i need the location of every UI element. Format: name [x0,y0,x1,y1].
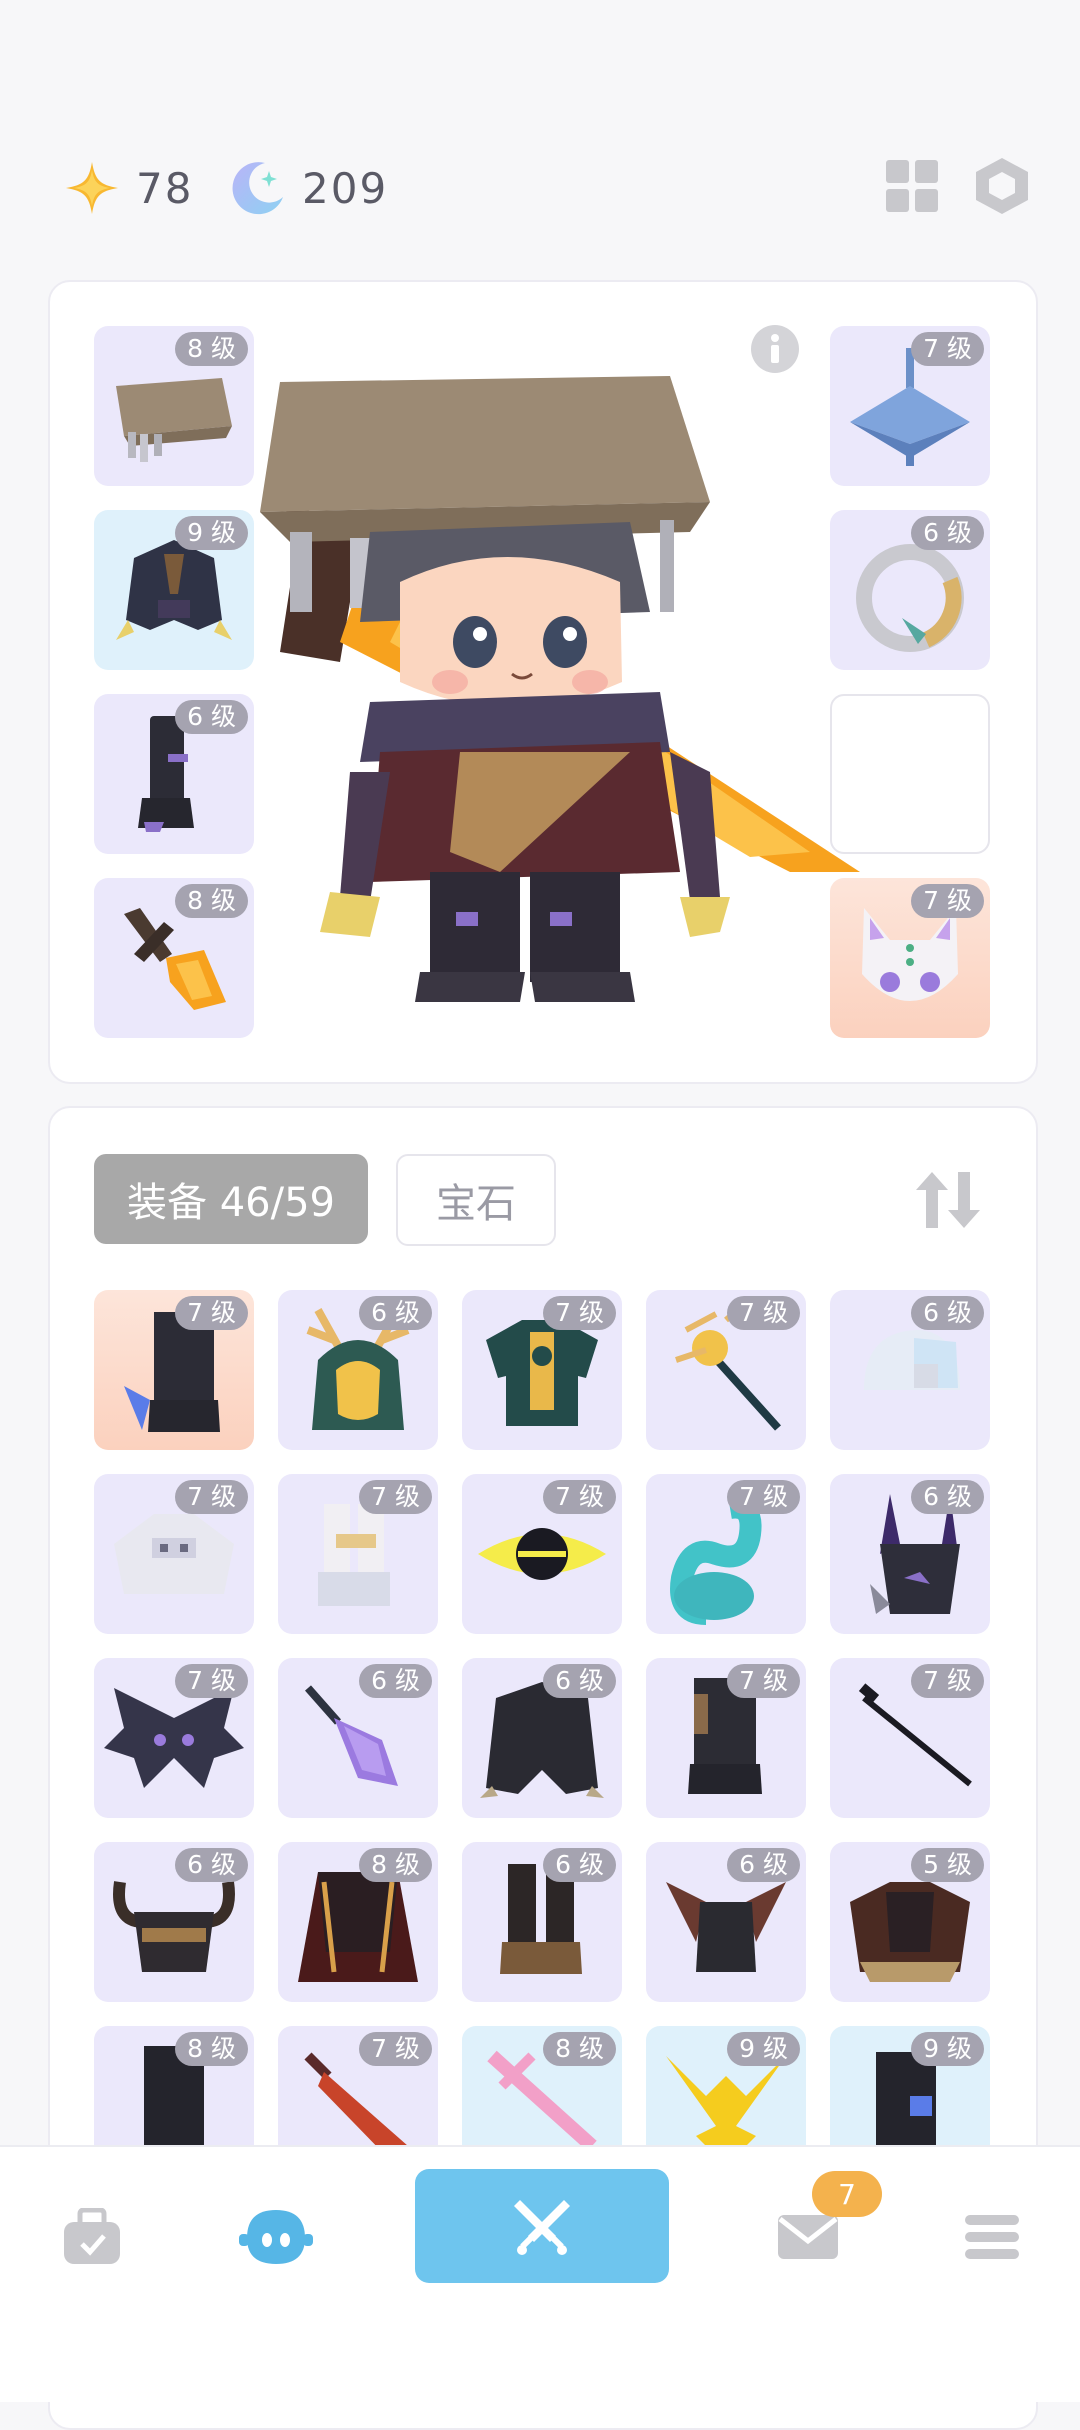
tab-equipment[interactable]: 装备 46/59 [94,1154,368,1244]
level-badge: 7 级 [543,1296,616,1330]
level-badge: 9 级 [727,2032,800,2066]
inventory-item[interactable]: 6 级 [646,1842,806,2002]
inventory-item[interactable]: 7 级 [278,1474,438,1634]
inventory-item[interactable]: 6 级 [830,1290,990,1450]
mail-badge: 7 [812,2171,882,2217]
level-badge: 6 级 [543,1848,616,1882]
moon-count: 209 [302,163,389,213]
level-badge: 7 级 [359,2032,432,2066]
level-badge: 7 级 [911,1664,984,1698]
inventory-item[interactable]: 8 级 [278,1842,438,2002]
star-currency: 78 [62,152,193,224]
level-badge: 6 级 [911,516,984,550]
equipment-panel: 8 级 9 级 6 级 8 级 7 级 6 级 7 级 [48,280,1038,1084]
inventory-item[interactable]: 6 级 [278,1658,438,1818]
character-icon[interactable] [236,2197,316,2277]
level-badge: 9 级 [175,516,248,550]
inventory-item[interactable]: 7 级 [646,1290,806,1450]
bottom-navigation: 7 [0,2145,1080,2402]
battle-button[interactable] [415,2169,669,2283]
inventory-item[interactable]: 7 级 [94,1658,254,1818]
level-badge: 7 级 [175,1296,248,1330]
moon-currency: 209 [228,152,388,224]
level-badge: 7 级 [175,1664,248,1698]
level-badge: 6 级 [359,1296,432,1330]
equip-slot-hat[interactable]: 8 级 [94,326,254,486]
menu-icon[interactable] [952,2197,1032,2277]
level-badge: 8 级 [543,2032,616,2066]
inventory-item[interactable]: 7 级 [94,1474,254,1634]
tab-gems[interactable]: 宝石 [396,1154,556,1246]
inventory-item[interactable]: 6 级 [278,1290,438,1450]
level-badge: 6 级 [175,1848,248,1882]
level-badge: 9 级 [911,2032,984,2066]
hexagon-settings-icon[interactable] [972,156,1032,216]
equip-slot-weapon[interactable]: 8 级 [94,878,254,1038]
level-badge: 6 级 [727,1848,800,1882]
level-badge: 7 级 [359,1480,432,1514]
sort-icon[interactable] [912,1168,984,1232]
star-count: 78 [136,163,194,213]
level-badge: 6 级 [175,700,248,734]
level-badge: 5 级 [911,1848,984,1882]
character-avatar [260,376,860,1002]
level-badge: 7 级 [911,884,984,918]
star-icon [62,158,122,218]
inventory-item[interactable]: 6 级 [462,1842,622,2002]
equip-slot-boots[interactable]: 6 级 [94,694,254,854]
level-badge: 7 级 [911,332,984,366]
inventory-item[interactable]: 7 级 [462,1290,622,1450]
level-badge: 8 级 [175,332,248,366]
level-badge: 7 级 [175,1480,248,1514]
level-badge: 8 级 [359,1848,432,1882]
level-badge: 6 级 [359,1664,432,1698]
inventory-item[interactable]: 6 级 [94,1842,254,2002]
level-badge: 8 级 [175,884,248,918]
inventory-item[interactable]: 7 级 [462,1474,622,1634]
moon-icon [228,158,288,218]
inventory-item[interactable]: 7 级 [646,1658,806,1818]
level-badge: 7 级 [727,1296,800,1330]
inventory-item[interactable]: 6 级 [830,1474,990,1634]
level-badge: 7 级 [727,1664,800,1698]
level-badge: 6 级 [911,1296,984,1330]
inventory-item[interactable]: 7 级 [830,1658,990,1818]
level-badge: 6 级 [543,1664,616,1698]
level-badge: 7 级 [543,1480,616,1514]
level-badge: 6 级 [911,1480,984,1514]
level-badge: 8 级 [175,2032,248,2066]
equip-slot-armor[interactable]: 9 级 [94,510,254,670]
bag-icon[interactable] [52,2197,132,2277]
level-badge: 7 级 [727,1480,800,1514]
battle-swords-icon [514,2200,570,2255]
inventory-item[interactable]: 6 级 [462,1658,622,1818]
inventory-item[interactable]: 5 级 [830,1842,990,2002]
grid-icon[interactable] [882,156,942,216]
inventory-item[interactable]: 7 级 [646,1474,806,1634]
top-bar: 78 209 [0,0,1080,300]
inventory-item[interactable]: 7 级 [94,1290,254,1450]
